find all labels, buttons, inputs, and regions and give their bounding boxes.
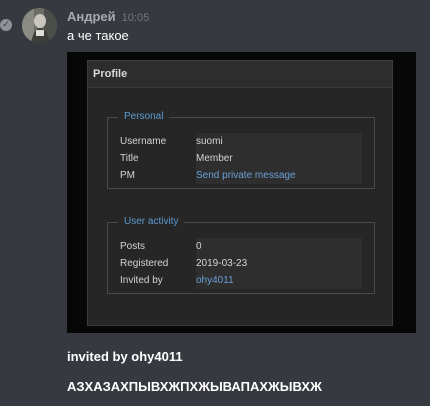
message-text: а че такое (67, 28, 129, 43)
row-value: 0 (196, 238, 362, 255)
activity-legend: User activity (118, 215, 185, 229)
row-label: Username (120, 136, 167, 147)
image-attachment[interactable]: Profile Personal Username suomi Title Me… (67, 52, 416, 333)
personal-fieldset: Personal Username suomi Title Member PM … (107, 110, 375, 189)
inviter-link: ohy4011 (196, 272, 362, 289)
author-name[interactable]: Андрей (67, 9, 116, 24)
activity-fieldset: User activity Posts 0 Registered 2019-03… (107, 215, 375, 294)
profile-row-posts: Posts 0 (120, 238, 362, 255)
profile-row-username: Username suomi (120, 133, 362, 150)
row-value: suomi (196, 133, 362, 150)
row-value: 2019-03-23 (196, 255, 362, 272)
row-value: Member (196, 150, 362, 167)
message-timestamp: 10:05 (121, 12, 150, 24)
profile-panel: Profile Personal Username suomi Title Me… (87, 60, 393, 326)
message-text: АЗХАЗАХПЫВХЖПХЖЫВАПАХЖЫВХЖ (67, 379, 322, 394)
row-label: Posts (120, 241, 146, 252)
row-label: Title (120, 153, 139, 164)
avatar[interactable] (22, 8, 57, 43)
message-header: Андрей 10:05 (67, 9, 149, 27)
profile-row-registered: Registered 2019-03-23 (120, 255, 362, 272)
profile-row-pm: PM Send private message (120, 167, 362, 184)
row-label: PM (120, 170, 135, 181)
row-label: Registered (120, 258, 169, 269)
personal-legend: Personal (118, 110, 170, 124)
profile-title: Profile (88, 61, 392, 88)
message-text: invited by ohy4011 (67, 349, 183, 364)
send-private-message-link: Send private message (196, 167, 362, 184)
profile-row-title: Title Member (120, 150, 362, 167)
profile-row-invited-by: Invited by ohy4011 (120, 272, 362, 289)
row-label: Invited by (120, 275, 163, 286)
checkmark-icon: ✓ (0, 19, 12, 31)
chat-view: ✓ Андрей 10:05 а че такое Profile Person… (0, 0, 430, 406)
